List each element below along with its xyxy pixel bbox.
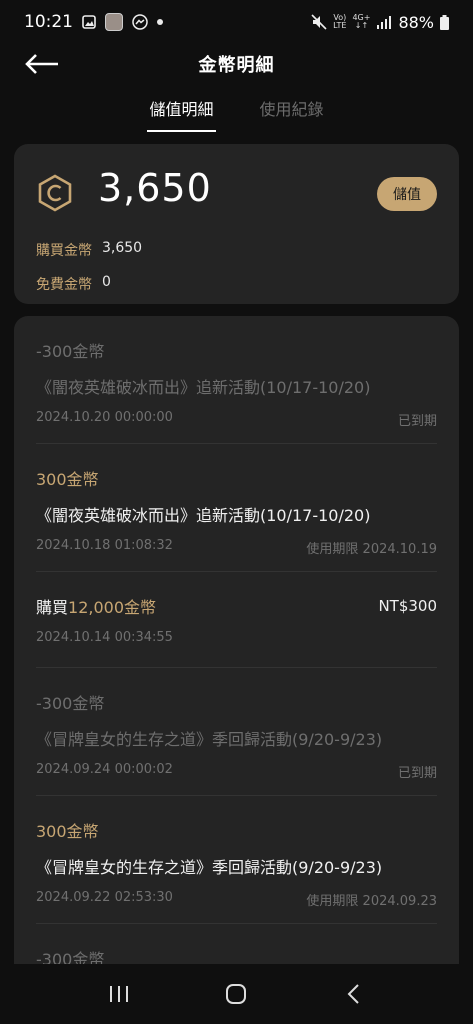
arrow-left-icon xyxy=(25,54,58,74)
purchase-amount: 12,000金幣 xyxy=(68,598,157,617)
record-date: 2024.09.22 02:53:30 xyxy=(36,890,173,905)
battery-icon xyxy=(440,14,449,30)
network-indicator: 4G+ ↓↑ xyxy=(352,14,370,30)
list-item: 300金幣 《冒牌皇女的生存之道》季回歸活動(9/20-9/23) 2024.0… xyxy=(36,818,437,924)
chevron-left-icon xyxy=(347,984,359,1004)
app-header: 金幣明細 xyxy=(0,44,473,84)
status-bar: 10:21 Vo) LTE 4G+ ↓↑ 88% xyxy=(0,0,473,44)
record-amount: 300金幣 xyxy=(36,822,99,841)
record-description: 《闇夜英雄破冰而出》追新活動(10/17-10/20) xyxy=(36,378,371,397)
record-description: 《冒牌皇女的生存之道》季回歸活動(9/20-9/23) xyxy=(36,730,383,749)
free-coins-row: 免費金幣 0 xyxy=(36,274,111,294)
avatar-notification-icon xyxy=(105,13,123,31)
records-list: -300金幣 《闇夜英雄破冰而出》追新活動(10/17-10/20) 2024.… xyxy=(14,316,459,964)
purchased-coins-row: 購買金幣 3,650 xyxy=(36,240,142,260)
free-coins-value: 0 xyxy=(102,274,111,290)
battery-percent: 88% xyxy=(398,12,434,32)
record-amount: -300金幣 xyxy=(36,950,105,964)
purchase-prefix: 購買 xyxy=(36,598,69,617)
page-title: 金幣明細 xyxy=(198,55,275,76)
free-coins-label: 免費金幣 xyxy=(36,277,92,293)
balance-card: 3,650 儲值 購買金幣 3,650 免費金幣 0 xyxy=(14,144,459,304)
volte-indicator: Vo) LTE xyxy=(333,14,346,30)
volte-bottom-text: LTE xyxy=(333,21,347,30)
home-icon xyxy=(226,984,247,1004)
record-amount: 300金幣 xyxy=(36,470,99,489)
messenger-icon xyxy=(132,14,148,30)
record-date: 2024.10.20 00:00:00 xyxy=(36,410,173,425)
back-button[interactable] xyxy=(24,52,62,76)
purchased-coins-value: 3,650 xyxy=(102,240,143,256)
balance-amount: 3,650 xyxy=(98,166,212,210)
record-note: 已到期 xyxy=(397,766,437,781)
signal-icon xyxy=(376,15,392,29)
record-note: 使用期限 2024.09.23 xyxy=(306,894,437,909)
record-date: 2024.10.18 01:08:32 xyxy=(36,538,173,553)
recent-apps-button[interactable] xyxy=(99,974,139,1014)
status-time: 10:21 xyxy=(24,12,73,32)
list-item: -300金幣 《冒牌皇女的生存之道》季回歸活動(9/20-9/23) 2024.… xyxy=(36,690,437,796)
home-button[interactable] xyxy=(216,974,256,1014)
list-item: 300金幣 《闇夜英雄破冰而出》追新活動(10/17-10/20) 2024.1… xyxy=(36,466,437,572)
purchase-price: NT$300 xyxy=(378,597,437,615)
tab-bar: 儲值明細 使用紀錄 xyxy=(0,92,473,132)
system-back-button[interactable] xyxy=(334,974,374,1014)
record-note: 已到期 xyxy=(397,414,437,429)
record-note: 使用期限 2024.10.19 xyxy=(306,542,437,557)
network-bottom-text: ↓↑ xyxy=(354,21,369,30)
recent-apps-icon xyxy=(109,986,128,1002)
list-item: -300金幣 xyxy=(36,946,437,964)
record-amount: -300金幣 xyxy=(36,342,105,361)
record-date: 2024.10.14 00:34:55 xyxy=(36,630,173,645)
record-amount: -300金幣 xyxy=(36,694,105,713)
record-description: 《冒牌皇女的生存之道》季回歸活動(9/20-9/23) xyxy=(36,858,383,877)
more-notifications-dot xyxy=(157,19,163,25)
record-description: 《闇夜英雄破冰而出》追新活動(10/17-10/20) xyxy=(36,506,371,525)
record-date: 2024.09.24 00:00:02 xyxy=(36,762,173,777)
system-nav-bar xyxy=(0,964,473,1024)
mute-icon xyxy=(311,14,327,30)
list-item: -300金幣 《闇夜英雄破冰而出》追新活動(10/17-10/20) 2024.… xyxy=(36,338,437,444)
list-item: 購買12,000金幣 NT$300 2024.10.14 00:34:55 xyxy=(36,594,437,668)
topup-button[interactable]: 儲值 xyxy=(377,177,437,211)
coin-icon xyxy=(38,174,72,212)
purchased-coins-label: 購買金幣 xyxy=(36,243,92,259)
gallery-icon xyxy=(82,15,96,29)
tab-topup-details[interactable]: 儲值明細 xyxy=(147,92,216,132)
tab-usage-records[interactable]: 使用紀錄 xyxy=(258,92,326,132)
